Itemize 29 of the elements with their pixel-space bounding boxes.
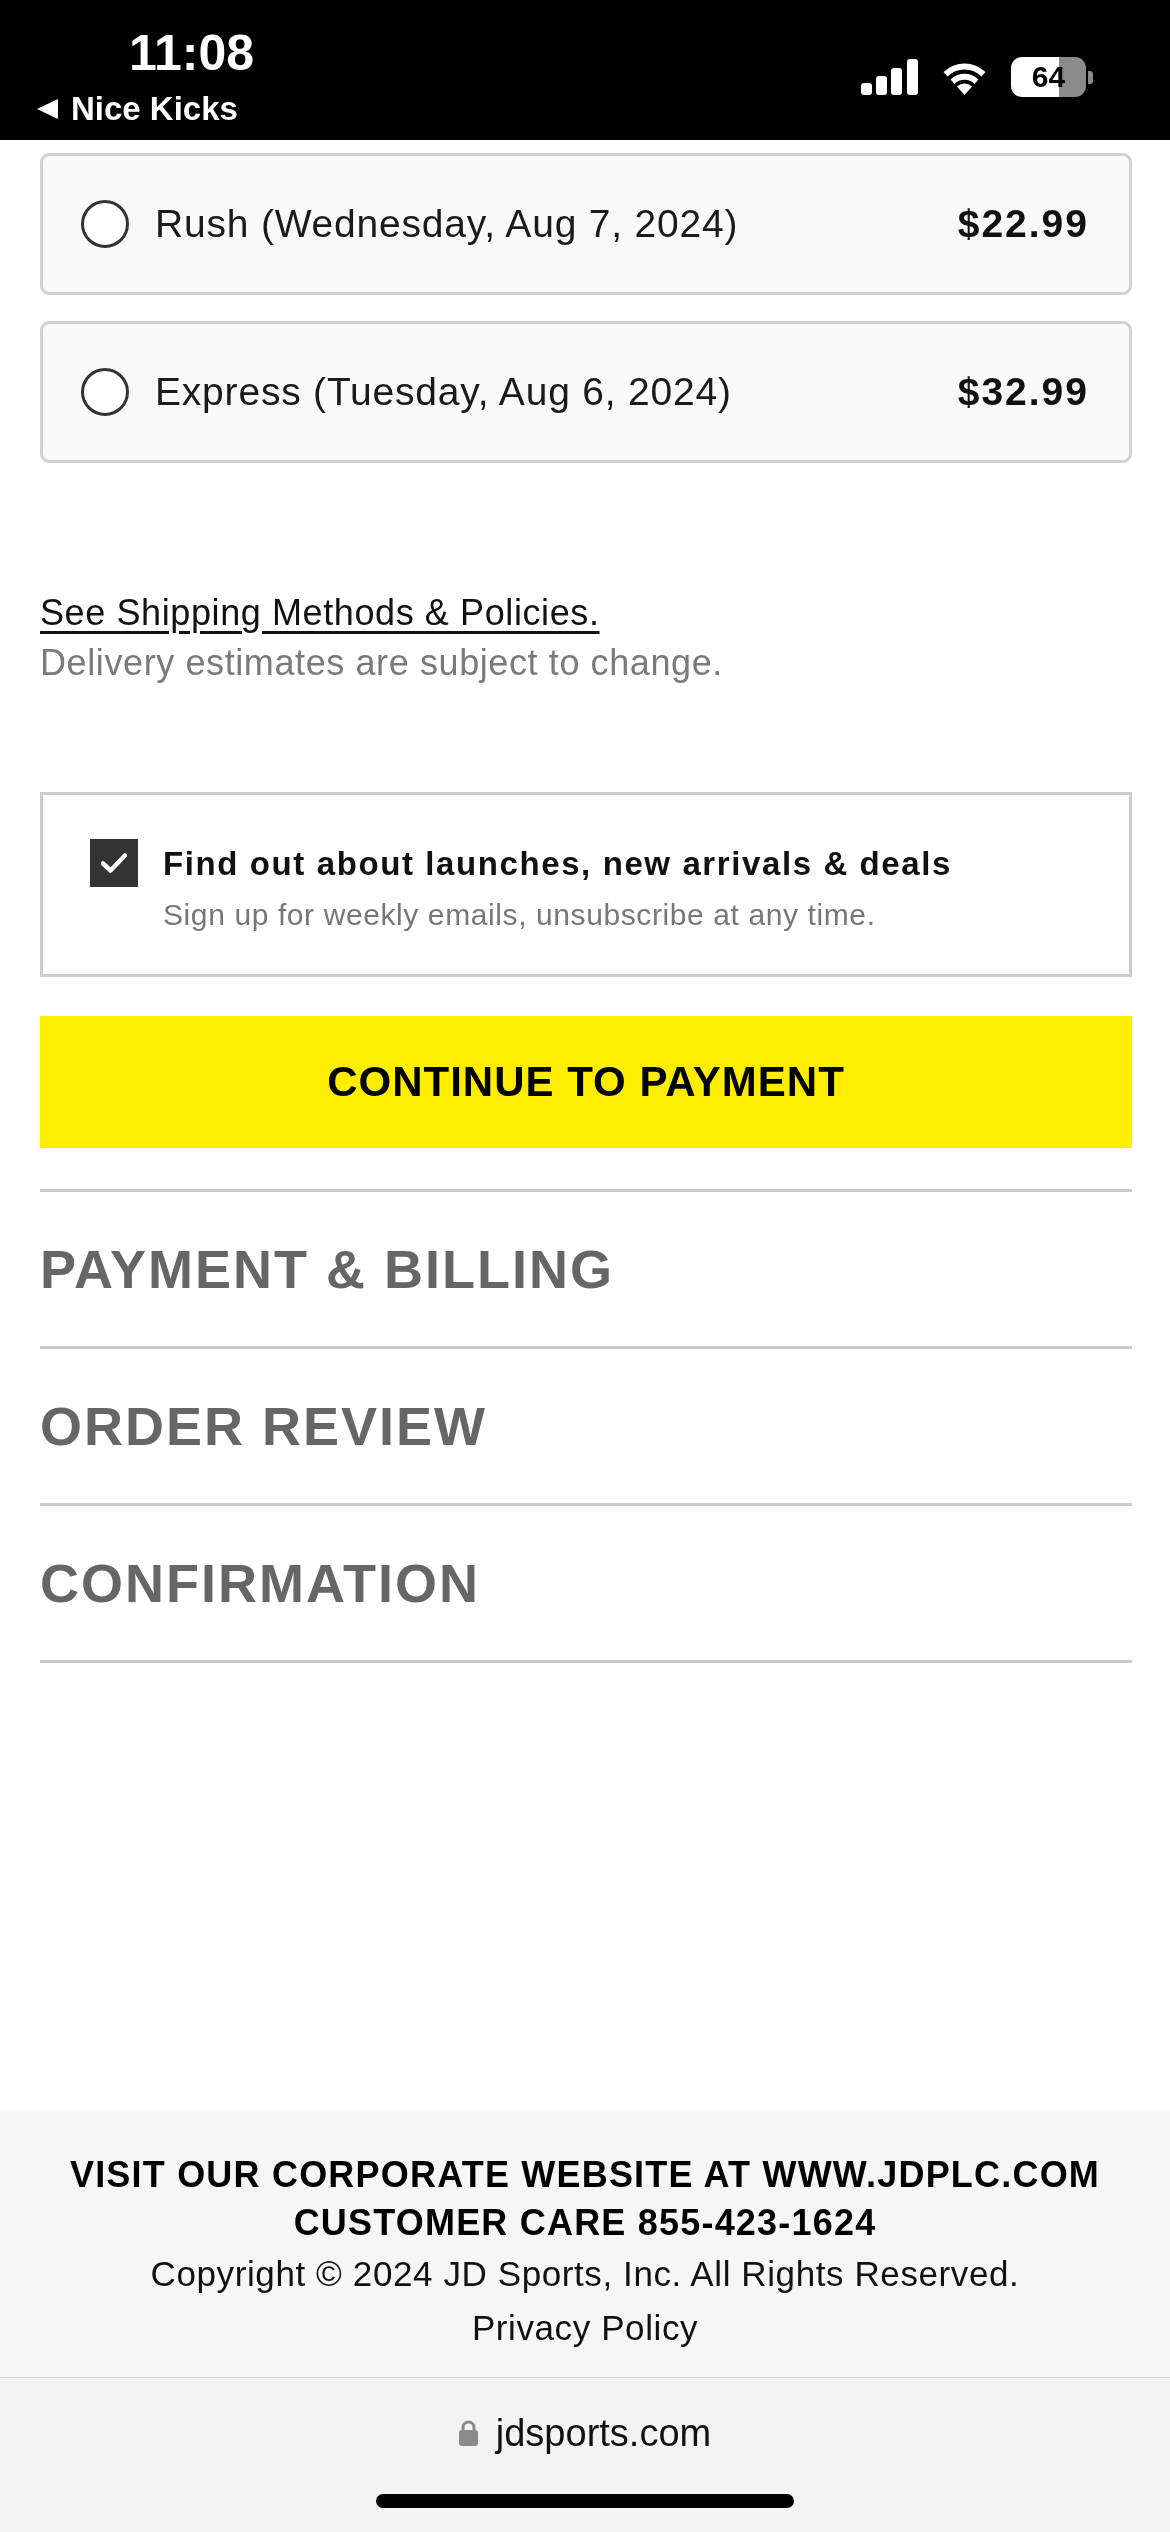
battery-indicator: 64 — [1011, 57, 1093, 97]
step-heading: PAYMENT & BILLING — [40, 1238, 615, 1301]
option-price: $32.99 — [957, 369, 1089, 415]
signal-icon — [861, 59, 918, 95]
newsletter-subtitle: Sign up for weekly emails, unsubscribe at any time. — [163, 897, 877, 933]
footer-heading: CUSTOMER CARE 855-423-1624 — [293, 2201, 877, 2245]
shipping-option[interactable]: Express (Tuesday, Aug 6, 2024) $32.99 — [40, 321, 1132, 463]
back-to-app-label[interactable]: Nice Kicks — [71, 89, 238, 129]
url-text[interactable]: jdsports.com — [495, 2408, 712, 2458]
status-time: 11:08 — [129, 25, 255, 81]
lock-icon — [458, 2420, 478, 2446]
footer-heading: VISIT OUR CORPORATE WEBSITE AT WWW.JDPLC.COM — [69, 2153, 1101, 2197]
step-heading: CONFIRMATION — [40, 1552, 480, 1615]
footer-link[interactable]: Privacy Policy — [471, 2301, 699, 2355]
option-label: Rush (Wednesday, Aug 7, 2024) — [155, 201, 740, 247]
shipping-policy-link[interactable]: See Shipping Methods & Policies. — [40, 588, 600, 638]
radio-button[interactable] — [81, 368, 129, 416]
option-price: $22.99 — [957, 201, 1089, 247]
delivery-note: Delivery estimates are subject to change. — [40, 641, 724, 685]
step-heading: ORDER REVIEW — [40, 1395, 488, 1458]
newsletter-title: Find out about launches, new arrivals & deals — [163, 844, 952, 884]
checkbox[interactable] — [90, 839, 138, 887]
copyright-text: Copyright © 2024 JD Sports, Inc. All Rights Reserved. — [150, 2253, 1020, 2295]
continue-button[interactable]: CONTINUE TO PAYMENT — [40, 1016, 1132, 1148]
option-label: Express (Tuesday, Aug 6, 2024) — [155, 369, 733, 415]
radio-button[interactable] — [81, 200, 129, 248]
shipping-option[interactable]: Rush (Wednesday, Aug 7, 2024) $22.99 — [40, 153, 1132, 295]
check-icon — [101, 853, 127, 873]
left-triangle-icon[interactable] — [37, 99, 58, 119]
